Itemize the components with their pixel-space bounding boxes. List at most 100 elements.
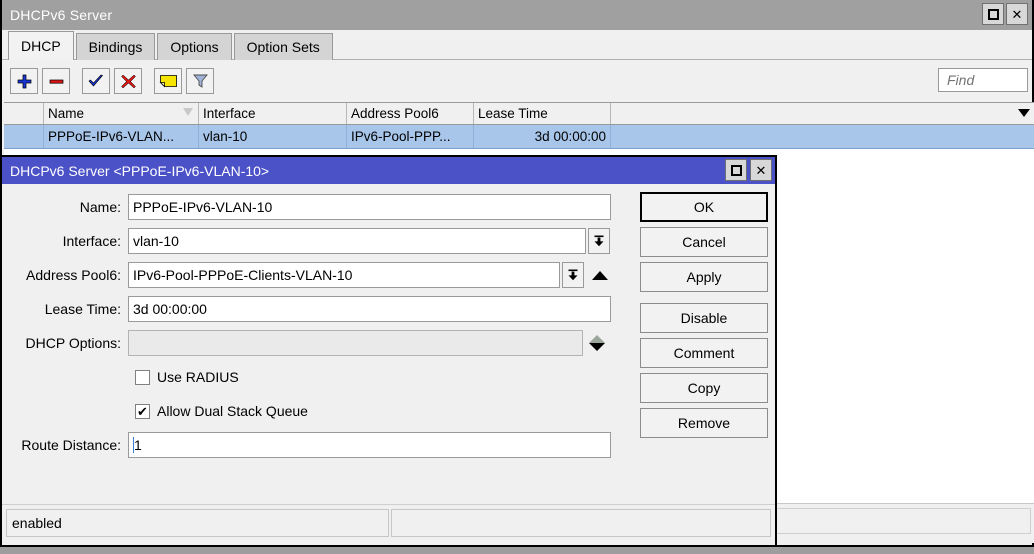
address-pool6-dropdown-button[interactable] xyxy=(562,262,584,288)
column-header-spacer xyxy=(611,103,1034,124)
spinner-up-icon[interactable] xyxy=(589,335,605,343)
chevron-down-icon xyxy=(566,268,580,282)
comment-button[interactable]: Comment xyxy=(640,338,768,368)
chevron-down-icon[interactable] xyxy=(1018,109,1030,117)
column-header-address-pool6-label: Address Pool6 xyxy=(351,106,439,121)
tab-option-sets-label: Option Sets xyxy=(247,39,320,55)
row-use-radius: Use RADIUS xyxy=(2,364,627,390)
tab-bindings[interactable]: Bindings xyxy=(76,33,156,60)
tab-bindings-label: Bindings xyxy=(89,39,143,55)
remove-button[interactable] xyxy=(42,68,70,94)
dhcp-options-label: DHCP Options: xyxy=(2,335,128,351)
column-header-flag[interactable] xyxy=(4,103,44,124)
close-icon[interactable]: ✕ xyxy=(1006,3,1028,25)
column-header-address-pool6[interactable]: Address Pool6 xyxy=(347,103,474,124)
column-header-name-label: Name xyxy=(48,106,84,121)
tab-options-label: Options xyxy=(170,39,218,55)
main-window-title: DHCPv6 Server xyxy=(10,7,112,23)
row-address-pool6: Address Pool6: IPv6-Pool-PPPoE-Clients-V… xyxy=(2,262,627,288)
use-radius-checkbox[interactable] xyxy=(135,370,150,385)
dhcpv6-server-dialog: DHCPv6 Server <PPPoE-IPv6-VLAN-10> ✕ Nam… xyxy=(0,155,777,547)
table-row[interactable]: PPPoE-IPv6-VLAN... vlan-10 IPv6-Pool-PPP… xyxy=(4,125,1034,149)
copy-button[interactable]: Copy xyxy=(640,373,768,403)
tab-option-sets[interactable]: Option Sets xyxy=(234,33,333,60)
tab-options[interactable]: Options xyxy=(157,33,231,60)
use-radius-label: Use RADIUS xyxy=(157,369,239,385)
cell-flag xyxy=(4,125,44,148)
sort-descending-icon xyxy=(183,108,193,116)
dialog-maximize-icon[interactable] xyxy=(725,159,747,181)
column-header-name[interactable]: Name xyxy=(44,103,199,124)
row-name: Name: PPPoE-IPv6-VLAN-10 xyxy=(2,194,627,220)
cell-name: PPPoE-IPv6-VLAN... xyxy=(44,125,199,148)
column-header-lease-time[interactable]: Lease Time xyxy=(474,103,611,124)
cell-address-pool6: IPv6-Pool-PPP... xyxy=(347,125,474,148)
lease-time-field[interactable]: 3d 00:00:00 xyxy=(128,296,611,322)
dialog-form: Name: PPPoE-IPv6-VLAN-10 Interface: vlan… xyxy=(2,194,627,466)
search-input[interactable] xyxy=(945,71,1027,89)
dhcp-options-spinner[interactable] xyxy=(589,335,605,351)
main-window-titlebar: DHCPv6 Server ✕ xyxy=(2,0,1032,30)
address-pool6-label: Address Pool6: xyxy=(2,267,128,283)
plus-icon xyxy=(16,73,33,90)
route-distance-label: Route Distance: xyxy=(2,437,128,453)
enable-button[interactable] xyxy=(82,68,110,94)
search-box[interactable] xyxy=(938,68,1028,92)
ok-button[interactable]: OK xyxy=(640,192,768,222)
interface-label: Interface: xyxy=(2,233,128,249)
tab-dhcp-label: DHCP xyxy=(21,38,61,54)
row-interface: Interface: vlan-10 xyxy=(2,228,627,254)
filter-button[interactable] xyxy=(186,68,214,94)
dialog-body: Name: PPPoE-IPv6-VLAN-10 Interface: vlan… xyxy=(2,184,775,505)
name-field[interactable]: PPPoE-IPv6-VLAN-10 xyxy=(128,194,611,220)
dialog-title: DHCPv6 Server <PPPoE-IPv6-VLAN-10> xyxy=(10,163,269,179)
apply-button[interactable]: Apply xyxy=(640,262,768,292)
dialog-close-icon[interactable]: ✕ xyxy=(750,159,772,181)
column-header-interface[interactable]: Interface xyxy=(199,103,347,124)
cell-spacer xyxy=(611,125,1034,148)
route-distance-value: 1 xyxy=(134,437,142,453)
cross-icon xyxy=(120,73,137,90)
column-header-lease-time-label: Lease Time xyxy=(478,106,548,121)
address-pool6-collapse-icon[interactable] xyxy=(592,271,608,280)
allow-dual-stack-queue-checkbox[interactable]: ✔ xyxy=(135,404,150,419)
dialog-titlebar: DHCPv6 Server <PPPoE-IPv6-VLAN-10> ✕ xyxy=(2,157,775,184)
chevron-down-icon xyxy=(592,234,606,248)
dhcp-options-field[interactable] xyxy=(128,330,583,356)
allow-dual-stack-queue-label: Allow Dual Stack Queue xyxy=(157,403,308,419)
remove-button[interactable]: Remove xyxy=(640,408,768,438)
dialog-statusbar: enabled xyxy=(2,505,775,545)
note-icon xyxy=(159,73,178,89)
tab-dhcp[interactable]: DHCP xyxy=(8,31,74,60)
dialog-controls: ✕ xyxy=(725,159,772,181)
name-label: Name: xyxy=(2,199,128,215)
main-window-controls: ✕ xyxy=(982,3,1028,25)
interface-field[interactable]: vlan-10 xyxy=(128,228,586,254)
add-button[interactable] xyxy=(10,68,38,94)
row-allow-dual-stack-queue: ✔ Allow Dual Stack Queue xyxy=(2,398,627,424)
lease-time-label: Lease Time: xyxy=(2,301,128,317)
tabstrip: DHCP Bindings Options Option Sets xyxy=(2,30,1032,60)
funnel-icon xyxy=(192,73,209,90)
toolbar xyxy=(2,60,1032,102)
spinner-down-icon[interactable] xyxy=(589,343,605,351)
dialog-status-right xyxy=(391,509,771,537)
row-lease-time: Lease Time: 3d 00:00:00 xyxy=(2,296,627,322)
row-dhcp-options: DHCP Options: xyxy=(2,330,627,356)
row-route-distance: Route Distance: 1 xyxy=(2,432,627,458)
check-icon xyxy=(87,73,105,90)
address-pool6-field[interactable]: IPv6-Pool-PPPoE-Clients-VLAN-10 xyxy=(128,262,560,288)
disable-button[interactable]: Disable xyxy=(640,303,768,333)
table-header: Name Interface Address Pool6 Lease Time xyxy=(4,102,1034,125)
cell-lease-time: 3d 00:00:00 xyxy=(474,125,611,148)
dialog-button-column: OK Cancel Apply Disable Comment Copy Rem… xyxy=(640,192,768,443)
cancel-button[interactable]: Cancel xyxy=(640,227,768,257)
interface-dropdown-button[interactable] xyxy=(588,228,610,254)
minus-icon xyxy=(48,73,65,90)
comment-button[interactable] xyxy=(154,68,182,94)
column-header-interface-label: Interface xyxy=(203,106,256,121)
dialog-status-left: enabled xyxy=(6,509,389,537)
maximize-icon[interactable] xyxy=(982,3,1004,25)
disable-button[interactable] xyxy=(114,68,142,94)
route-distance-field[interactable]: 1 xyxy=(128,432,611,458)
